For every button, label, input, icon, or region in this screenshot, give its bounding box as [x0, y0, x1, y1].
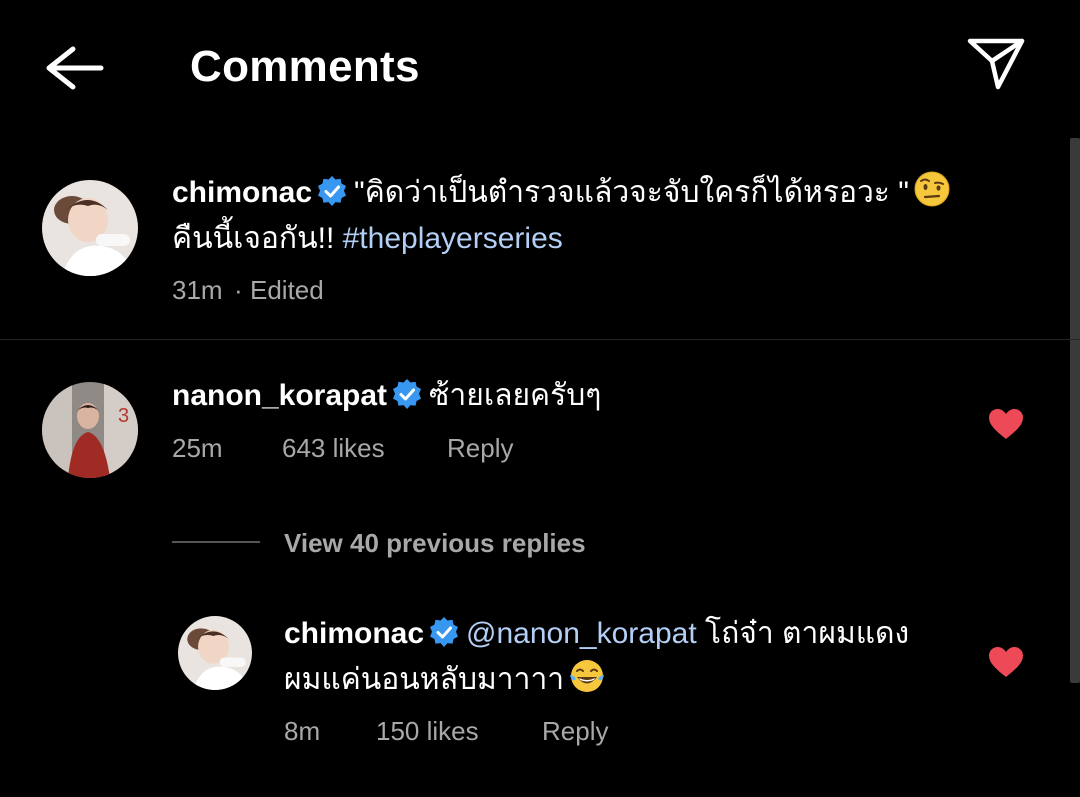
avatar[interactable] [42, 180, 138, 276]
reply-body: chimonac @nanon_korapat โถ่จ๋า ตาผมแดง ผ… [284, 611, 964, 703]
caption-separator: · [234, 275, 243, 305]
reply-line2: ผมแค่นอนหลับมาาาา [284, 657, 964, 703]
reply-text-line2: ผมแค่นอนหลับมาาาา [284, 663, 565, 696]
avatar[interactable]: 3 [42, 382, 138, 478]
caption-line1: chimonac "คิดว่าเป็นตำรวจแล้วจะจับใครก็ไ… [172, 170, 1052, 216]
caption-text-line1: "คิดว่าเป็นตำรวจแล้วจะจับใครก็ได้หรอวะ " [354, 176, 909, 209]
caption-username[interactable]: chimonac [172, 176, 312, 209]
share-button[interactable] [964, 34, 1028, 94]
svg-text:3: 3 [118, 405, 129, 427]
scrollbar[interactable] [1070, 138, 1080, 683]
comment-username[interactable]: nanon_korapat [172, 379, 387, 412]
reply-text-line1: โถ่จ๋า ตาผมแดง [696, 617, 910, 650]
comment-likes[interactable]: 643 likes [282, 433, 385, 464]
comment-time: 25m [172, 433, 223, 463]
paper-plane-icon [967, 38, 1025, 90]
view-replies-label[interactable]: View 40 previous replies [284, 528, 586, 559]
caption-edited-label: Edited [250, 275, 324, 305]
raised-eyebrow-emoji-icon [914, 171, 950, 207]
caption-text-line2: คืนนี้เจอกัน!! [172, 222, 343, 255]
comment-line: nanon_korapat ซ้ายเลยครับๆ [172, 373, 952, 419]
caption-meta: 31m · Edited [172, 275, 472, 307]
arrow-left-icon [46, 46, 104, 90]
back-button[interactable] [40, 40, 108, 96]
reply-line1: chimonac @nanon_korapat โถ่จ๋า ตาผมแดง [284, 611, 964, 657]
reply-mention[interactable]: @nanon_korapat [466, 617, 697, 650]
comment-reply-button[interactable]: Reply [447, 433, 513, 464]
reply-time: 8m [284, 716, 321, 746]
comment-text: ซ้ายเลยครับๆ [429, 379, 602, 412]
verified-badge-icon [318, 176, 347, 206]
replies-divider-line [172, 541, 260, 543]
tears-of-joy-emoji-icon [570, 660, 605, 692]
caption-time: 31m [172, 275, 223, 305]
verified-badge-icon [430, 617, 459, 647]
comment-meta: 25m 643 likes Reply [172, 433, 672, 465]
reply-reply-button[interactable]: Reply [542, 716, 608, 747]
reply-likes[interactable]: 150 likes [376, 716, 479, 747]
caption-hashtag[interactable]: #theplayerseries [343, 222, 563, 255]
heart-icon[interactable] [988, 408, 1024, 440]
header-bar: Comments [0, 0, 1080, 135]
avatar[interactable] [178, 616, 252, 690]
reply-username[interactable]: chimonac [284, 617, 424, 650]
reply-meta: 8m 150 likes Reply [284, 716, 784, 748]
page-title: Comments [190, 42, 420, 91]
verified-badge-icon [393, 379, 422, 409]
heart-icon[interactable] [988, 646, 1024, 678]
caption-body: chimonac "คิดว่าเป็นตำรวจแล้วจะจับใครก็ไ… [172, 170, 1052, 262]
comment-body: nanon_korapat ซ้ายเลยครับๆ [172, 373, 952, 419]
caption-line2: คืนนี้เจอกัน!! #theplayerseries [172, 216, 1052, 262]
divider [0, 339, 1080, 340]
